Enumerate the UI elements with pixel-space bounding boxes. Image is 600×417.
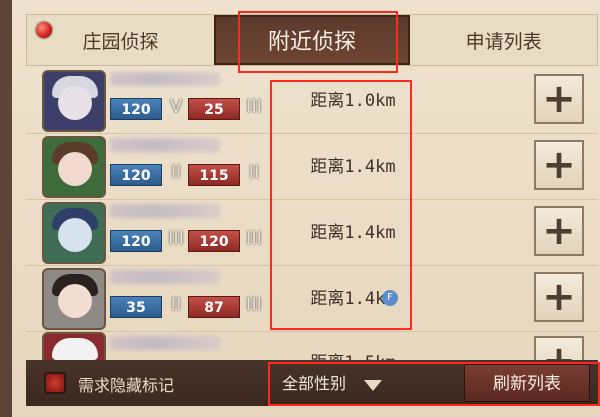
avatar[interactable] [42,136,106,198]
hunter-rank-icon: III [168,228,184,249]
distance-text: 距离1.4km [310,157,396,177]
survivor-level-badge: 115 [188,164,240,186]
hunter-level-badge: 120 [110,230,162,252]
plus-icon: + [542,208,576,254]
hunter-rank-icon: II [170,162,182,183]
refresh-list-button[interactable]: 刷新列表 [464,364,590,402]
player-name-blurred [110,204,220,218]
list-item: 120 V 25 III 距离1.0km + [26,68,598,134]
survivor-rank-icon: III [246,228,262,249]
distance-text: 距离1.4km [310,223,396,243]
add-friend-button[interactable]: + [534,272,584,322]
hunter-level-badge: 120 [110,164,162,186]
f-badge-icon: F [382,290,398,306]
list-item: 120 III 120 III 距离1.4km + [26,200,598,266]
avatar[interactable] [42,70,106,132]
player-name-blurred [110,270,220,284]
notification-dot-icon [36,22,52,38]
plus-icon: + [542,142,576,188]
hide-tag-checkbox[interactable] [44,372,66,394]
avatar[interactable] [42,332,106,360]
list-item: 120 II 115 II 距离1.4km + [26,134,598,200]
distance-text: 距离1.4km [310,289,396,309]
player-name-blurred [110,336,220,350]
survivor-rank-icon: III [246,294,262,315]
tab-application-list[interactable]: 申请列表 [410,15,597,65]
bottom-bar: 需求隐藏标记 全部性别 刷新列表 [26,360,598,406]
hunter-level-badge: 35 [110,296,162,318]
survivor-level-badge: 87 [188,296,240,318]
survivor-level-badge: 120 [188,230,240,252]
avatar[interactable] [42,202,106,264]
distance-text: 距离1.5km [288,348,418,360]
gender-filter-dropdown[interactable]: 全部性别 [282,370,346,394]
friend-search-panel: 庄园侦探 附近侦探 申请列表 120 V 25 III 距离1.0km + 12… [0,0,600,417]
hide-tag-label: 需求隐藏标记 [78,376,175,395]
add-friend-button[interactable]: + [534,74,584,124]
chevron-down-icon[interactable] [364,380,382,391]
avatar[interactable] [42,268,106,330]
hunter-rank-icon: II [170,294,182,315]
hunter-rank-icon: V [169,96,183,117]
tab-manor-detective[interactable]: 庄园侦探 [27,15,214,65]
tab-nearby-detective[interactable]: 附近侦探 [213,15,411,65]
add-friend-button[interactable]: + [534,140,584,190]
list-item: 距离1.5km + [26,330,598,360]
survivor-level-badge: 25 [188,98,240,120]
add-friend-button[interactable]: + [534,206,584,256]
add-friend-button[interactable]: + [534,336,584,360]
list-item: 35 II 87 III 距离1.4km + [26,266,598,332]
player-name-blurred [110,72,220,86]
plus-icon: + [542,341,576,360]
distance-text: 距离1.0km [310,91,396,111]
plus-icon: + [542,274,576,320]
plus-icon: + [542,76,576,122]
tab-bar: 庄园侦探 附近侦探 申请列表 [26,14,598,66]
hunter-level-badge: 120 [110,98,162,120]
survivor-rank-icon: III [246,96,262,117]
survivor-rank-icon: II [248,162,260,183]
player-name-blurred [110,138,220,152]
